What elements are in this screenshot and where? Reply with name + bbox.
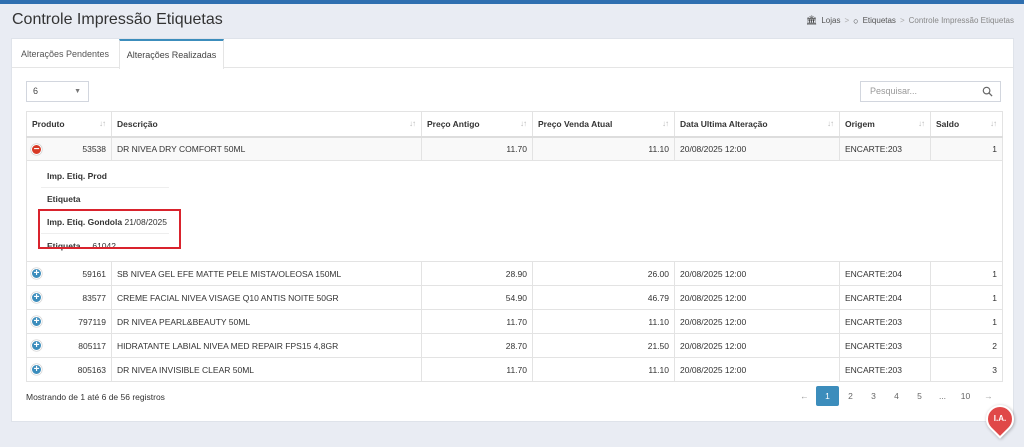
row-details: Imp. Etiq. Prod Etiqueta Imp. Etiq. Gond… [26, 160, 1003, 262]
pagination-next[interactable]: → [977, 386, 1000, 406]
table-row[interactable]: +805163 DR NIVEA INVISIBLE CLEAR 50ML 11… [26, 357, 1003, 382]
expand-row-icon[interactable]: + [31, 364, 42, 375]
sort-icon: ↓↑ [662, 119, 669, 128]
breadcrumb-current: Controle Impressão Etiquetas [908, 16, 1014, 25]
bank-icon: 🏛 [805, 15, 818, 25]
table-row[interactable]: +797119 DR NIVEA PEARL&BEAUTY 50ML 11.70… [26, 309, 1003, 334]
pagination: ← 1 2 3 4 5 ... 10 → [793, 386, 1000, 406]
search-placeholder: Pesquisar... [870, 86, 918, 96]
highlight-box [38, 209, 181, 249]
sort-icon: ↓↑ [99, 119, 106, 128]
pagination-ellipsis: ... [938, 391, 947, 401]
col-descricao[interactable]: Descrição ↓↑ [111, 111, 422, 138]
expand-row-icon[interactable]: + [31, 340, 42, 351]
col-produto[interactable]: Produto ↓↑ [26, 111, 112, 138]
search-input[interactable]: Pesquisar... [860, 81, 1001, 102]
page-size-select[interactable]: 6 ▼ [26, 81, 89, 102]
page-size-value: 6 [33, 86, 39, 96]
table-row[interactable]: +83577 CREME FACIAL NIVEA VISAGE Q10 ANT… [26, 285, 1003, 310]
sort-icon: ↓↑ [827, 119, 834, 128]
breadcrumb-section[interactable]: Etiquetas [863, 16, 896, 25]
search-icon [982, 86, 993, 97]
content-panel: Alterações Pendentes Alterações Realizad… [11, 38, 1014, 422]
detail-imp-etiq-prod: Imp. Etiq. Prod [47, 171, 107, 181]
page-1[interactable]: 1 [816, 386, 839, 406]
col-origem[interactable]: Origem ↓↑ [839, 111, 931, 138]
tab-alteracoes-realizadas[interactable]: Alterações Realizadas [119, 39, 224, 69]
breadcrumb-separator: > [899, 16, 905, 25]
expand-row-icon[interactable]: + [31, 316, 42, 327]
table-row[interactable]: +59161 SB NIVEA GEL EFE MATTE PELE MISTA… [26, 261, 1003, 286]
page-10[interactable]: 10 [954, 386, 977, 406]
page-3[interactable]: 3 [862, 386, 885, 406]
pagination-prev[interactable]: ← [793, 386, 816, 406]
col-saldo[interactable]: Saldo ↓↑ [930, 111, 1003, 138]
page-2[interactable]: 2 [839, 386, 862, 406]
table-header-row: Produto ↓↑ Descrição ↓↑ Preço Antigo ↓↑ Pre… [26, 111, 1003, 138]
ai-label: I.A. [993, 414, 1007, 423]
tab-alteracoes-pendentes[interactable]: Alterações Pendentes [12, 39, 118, 68]
col-preco-venda-atual[interactable]: Preço Venda Atual ↓↑ [532, 111, 675, 138]
sort-icon: ↓↑ [918, 119, 925, 128]
breadcrumb: 🏛 Lojas > ○ Etiquetas > Controle Impress… [806, 15, 1014, 26]
sort-icon: ↓↑ [409, 119, 416, 128]
circle-icon: ○ [853, 15, 859, 26]
tab-bar: Alterações Pendentes Alterações Realizad… [12, 39, 1013, 69]
col-preco-antigo[interactable]: Preço Antigo ↓↑ [421, 111, 533, 138]
sort-icon: ↓↑ [990, 119, 997, 128]
sort-icon: ↓↑ [520, 119, 527, 128]
records-info: Mostrando de 1 até 6 de 56 registros [26, 392, 165, 402]
page-5[interactable]: 5 [908, 386, 931, 406]
alteracoes-table: Produto ↓↑ Descrição ↓↑ Preço Antigo ↓↑ Pre… [26, 111, 1003, 382]
top-accent-bar [0, 0, 1024, 4]
breadcrumb-separator: > [844, 16, 850, 25]
expand-row-icon[interactable]: + [31, 268, 42, 279]
expand-row-icon[interactable]: + [31, 292, 42, 303]
col-data-ultima-alteracao[interactable]: Data Ultima Alteração ↓↑ [674, 111, 840, 138]
details-panel: Imp. Etiq. Prod Etiqueta Imp. Etiq. Gond… [28, 162, 1002, 261]
page-4[interactable]: 4 [885, 386, 908, 406]
caret-down-icon: ▼ [74, 88, 81, 95]
breadcrumb-home[interactable]: Lojas [821, 16, 840, 25]
detail-etiqueta-1: Etiqueta [47, 194, 81, 204]
table-row[interactable]: +805117 HIDRATANTE LABIAL NIVEA MED REPA… [26, 333, 1003, 358]
collapse-row-icon[interactable]: − [31, 143, 42, 155]
table-row[interactable]: −53538 DR NIVEA DRY COMFORT 50ML 11.70 1… [26, 136, 1003, 161]
page-title: Controle Impressão Etiquetas [12, 11, 223, 28]
